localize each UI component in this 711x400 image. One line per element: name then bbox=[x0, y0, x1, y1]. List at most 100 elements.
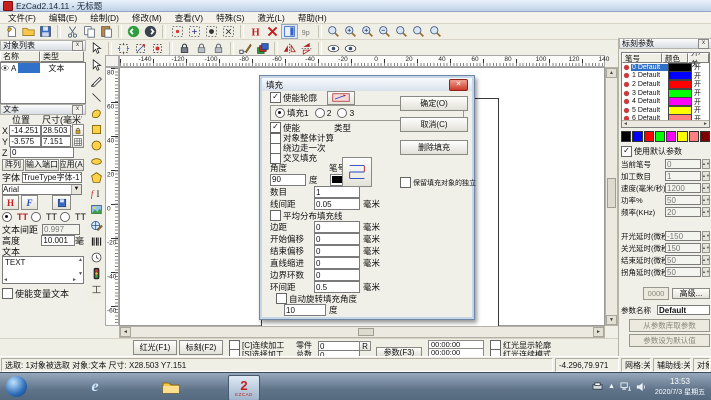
menu-special[interactable]: 特殊(S) bbox=[216, 12, 244, 24]
marquee-3-button[interactable] bbox=[203, 24, 220, 39]
array-button[interactable]: 阵列 bbox=[2, 159, 24, 171]
speaker-icon[interactable] bbox=[636, 382, 646, 392]
menu-help[interactable]: 帮助(H) bbox=[298, 12, 327, 24]
close-icon[interactable]: x bbox=[72, 41, 83, 51]
network-icon[interactable] bbox=[620, 382, 631, 392]
paste-button[interactable] bbox=[98, 24, 115, 39]
redo-button[interactable] bbox=[142, 24, 159, 39]
draw-line-button[interactable] bbox=[88, 89, 105, 105]
palette-swatch[interactable] bbox=[655, 131, 665, 142]
scroll-left-icon[interactable]: ◄ bbox=[120, 327, 131, 337]
y-pos-input[interactable]: -3.575 bbox=[9, 136, 41, 147]
column-type[interactable]: 类型 bbox=[40, 51, 84, 62]
rotate-angle-input[interactable]: 10 bbox=[284, 304, 326, 316]
zoom-3-button[interactable] bbox=[359, 24, 376, 39]
lock-1-button[interactable] bbox=[176, 41, 193, 56]
text-style-arc-radio[interactable] bbox=[60, 212, 70, 222]
end-offset-input[interactable]: 0 bbox=[314, 245, 360, 257]
scroll-thumb[interactable] bbox=[607, 178, 616, 208]
text-style-vertical-radio[interactable] bbox=[31, 212, 41, 222]
pen-table-scrollbar[interactable]: ◄► bbox=[622, 120, 709, 127]
count-input[interactable]: 1 bbox=[314, 186, 360, 198]
fill1-radio[interactable]: 填充1 bbox=[275, 107, 309, 119]
scroll-thumb[interactable] bbox=[358, 328, 374, 336]
marquee-2-button[interactable] bbox=[186, 24, 203, 39]
rings-input[interactable]: 0 bbox=[314, 269, 360, 281]
clock[interactable]: 13:53 2020/7/3 星期五 bbox=[652, 376, 708, 398]
object-row[interactable]: A 文本 bbox=[1, 63, 85, 73]
mini-button[interactable]: 0000 bbox=[643, 287, 669, 300]
input-port-button[interactable]: 输入端口 bbox=[25, 159, 59, 171]
spinner[interactable]: ▲▼ bbox=[702, 195, 710, 205]
eye-2-button[interactable] bbox=[342, 41, 359, 56]
transform-3-button[interactable] bbox=[149, 41, 166, 56]
param-name-input[interactable]: Default bbox=[657, 305, 710, 315]
mirror-horizontal-button[interactable] bbox=[281, 41, 298, 56]
bold-button[interactable]: H bbox=[2, 195, 19, 210]
scroll-left-icon[interactable]: ◄ bbox=[3, 277, 8, 283]
draw-text-button[interactable]: fI bbox=[88, 185, 105, 201]
r-button[interactable]: R bbox=[359, 341, 371, 351]
text-content-area[interactable]: TEXT ▲ ▼ ◄ ► bbox=[2, 256, 84, 284]
line-indent-input[interactable]: 0 bbox=[314, 257, 360, 269]
status-object[interactable]: 对象:关 bbox=[693, 358, 710, 372]
enable-contour-checkbox[interactable]: ✓ bbox=[270, 92, 281, 103]
fill3-radio[interactable]: 3 bbox=[337, 108, 354, 118]
font-type-select[interactable]: TrueType字体-17▼ bbox=[22, 172, 82, 183]
draw-vector-file-button[interactable] bbox=[88, 217, 105, 233]
column-pen[interactable]: 笔号 bbox=[622, 53, 662, 63]
font-name-select[interactable]: Arial▼ bbox=[2, 184, 82, 195]
draw-io-button[interactable] bbox=[88, 265, 105, 281]
transform-2-button[interactable] bbox=[132, 41, 149, 56]
scroll-down-icon[interactable]: ▼ bbox=[606, 315, 617, 325]
taskbar-explorer-button[interactable] bbox=[158, 375, 184, 399]
scroll-right-icon[interactable]: ► bbox=[593, 327, 604, 337]
draw-polygon-button[interactable] bbox=[88, 169, 105, 185]
contour-mode-button[interactable] bbox=[327, 91, 355, 105]
zoom-2-button[interactable] bbox=[342, 24, 359, 39]
enable-fill-checkbox[interactable]: ✓ bbox=[270, 122, 281, 133]
spinner[interactable]: ▲▼ bbox=[702, 255, 710, 265]
marquee-4-button[interactable] bbox=[220, 24, 237, 39]
new-doc-button[interactable] bbox=[3, 24, 20, 39]
fill-dialog-titlebar[interactable]: 填充 ✕ bbox=[262, 78, 472, 91]
taskbar-ezcad-button[interactable]: 2 EZCAD bbox=[228, 375, 260, 400]
draw-extend-axis-button[interactable] bbox=[88, 281, 105, 297]
y-size-input[interactable]: 7.151 bbox=[41, 136, 71, 147]
spinner[interactable]: ▲▼ bbox=[702, 171, 710, 181]
avg-dist-checkbox[interactable] bbox=[270, 210, 281, 221]
menu-laser[interactable]: 激光(L) bbox=[257, 12, 284, 24]
spinner[interactable]: ▲▼ bbox=[702, 243, 710, 253]
draw-ellipse-button[interactable] bbox=[88, 153, 105, 169]
properties-panel-button[interactable] bbox=[281, 24, 298, 39]
column-color[interactable]: 颜色 bbox=[662, 53, 688, 63]
from-library-button[interactable]: 从参数库取参数 bbox=[629, 319, 710, 332]
open-button[interactable] bbox=[20, 24, 37, 39]
spinner[interactable]: ▲▼ bbox=[702, 159, 710, 169]
scroll-right-icon[interactable]: ► bbox=[703, 121, 708, 127]
delete-fill-button[interactable]: 删除填充 bbox=[400, 140, 468, 155]
auto-rotate-checkbox[interactable] bbox=[276, 293, 287, 304]
text-style-horizontal-radio[interactable] bbox=[2, 212, 12, 222]
zoom-1-button[interactable] bbox=[325, 24, 342, 39]
palette-swatch[interactable] bbox=[677, 131, 687, 142]
height-input[interactable]: 10.001 bbox=[41, 235, 75, 246]
close-icon[interactable]: ✕ bbox=[449, 79, 468, 91]
eye-1-button[interactable] bbox=[325, 41, 342, 56]
palette-swatch[interactable] bbox=[666, 131, 676, 142]
apply-button[interactable]: 应用(A) bbox=[60, 159, 84, 171]
mark-button[interactable]: 标刻(F2) bbox=[179, 340, 223, 355]
hatch-button[interactable]: H bbox=[247, 24, 264, 39]
scroll-up-icon[interactable]: ▲ bbox=[78, 257, 83, 263]
vertical-scrollbar[interactable]: ▲ ▼ bbox=[605, 67, 618, 326]
italic-button[interactable]: F bbox=[21, 195, 38, 210]
menu-file[interactable]: 文件(F) bbox=[8, 12, 36, 24]
start-offset-input[interactable]: 0 bbox=[314, 233, 360, 245]
color-layers-button[interactable] bbox=[254, 41, 271, 56]
scroll-up-icon[interactable]: ▲ bbox=[606, 68, 617, 78]
fill2-radio[interactable]: 2 bbox=[315, 108, 332, 118]
palette-swatch[interactable] bbox=[689, 131, 699, 142]
z-pos-input[interactable]: 0 bbox=[10, 147, 74, 158]
status-guideline[interactable]: 辅助线:关 bbox=[653, 358, 691, 372]
draw-barcode-button[interactable] bbox=[88, 233, 105, 249]
